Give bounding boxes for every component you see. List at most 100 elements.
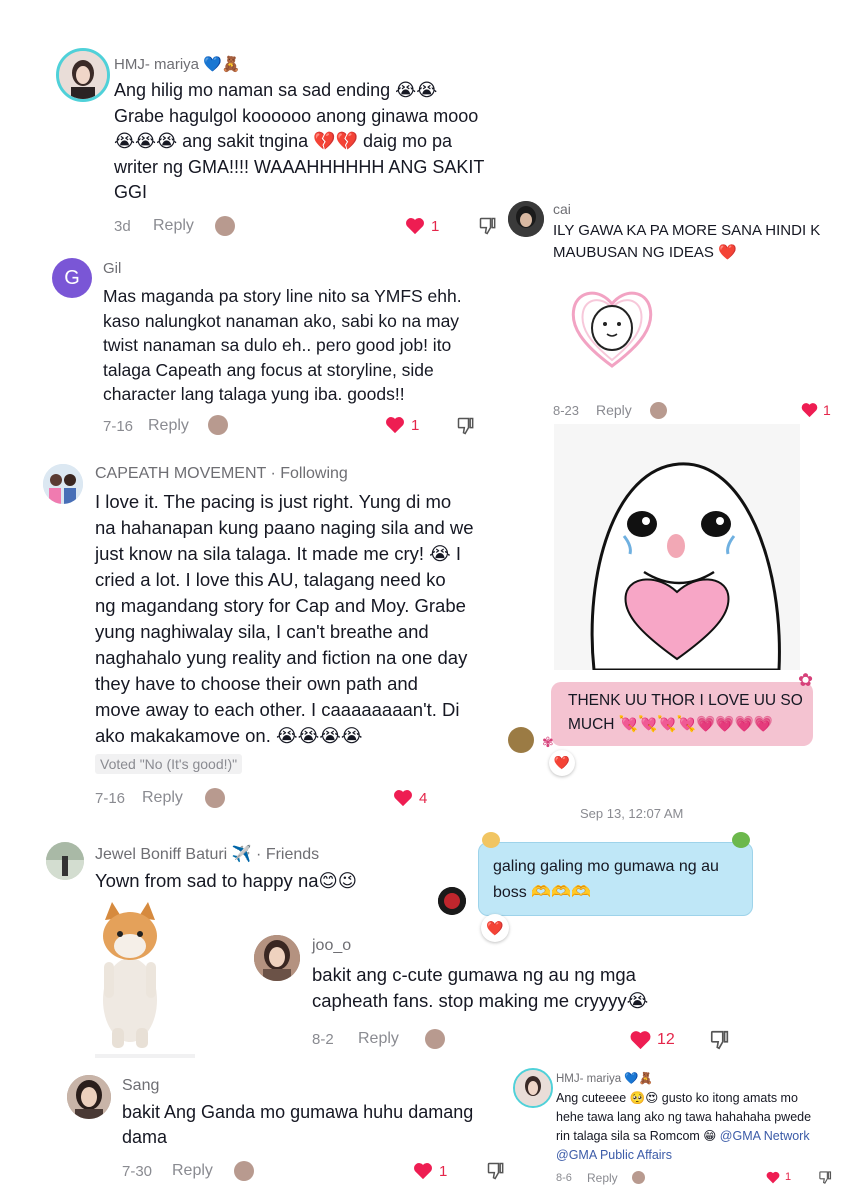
comment-text-part: rin talaga sila sa Romcom 😁: [556, 1129, 720, 1143]
sender-avatar[interactable]: [508, 727, 534, 753]
reply-button[interactable]: Reply: [142, 789, 183, 807]
like-count: 4: [419, 790, 428, 807]
avatar[interactable]: [43, 464, 83, 504]
message-line: THENK UU THOR I LOVE UU SO: [568, 692, 803, 709]
username-text[interactable]: CAPEATH MOVEMENT: [95, 465, 266, 482]
comment-username[interactable]: cai: [553, 201, 571, 217]
comment-line: Ang hilig mo naman sa sad ending 😭😭: [114, 80, 438, 100]
comment-date: 7-16: [95, 790, 126, 807]
comment-text: I love it. The pacing is just right. Yun…: [95, 489, 474, 749]
comment-line: MAUBUSAN NG IDEAS ❤️: [553, 244, 737, 261]
comment-username[interactable]: HMJ- mariya 💙🧸: [114, 55, 241, 73]
reply-button[interactable]: Reply: [148, 417, 189, 435]
comment-line: talaga Capeath ang focus at storyline, s…: [103, 359, 434, 380]
creator-liked-avatar: [215, 216, 235, 236]
reply-button[interactable]: Reply: [596, 402, 632, 418]
comment-username[interactable]: joo_o: [312, 937, 351, 955]
comment-username[interactable]: Gil: [103, 260, 121, 277]
poll-vote-badge: Voted "No (It's good!)": [95, 754, 243, 774]
comment-line: na hahanapan kung paano naging sila and …: [95, 517, 474, 538]
heart-icon[interactable]: [413, 1162, 433, 1180]
heart-icon[interactable]: [629, 1030, 652, 1050]
dislike-icon[interactable]: [818, 1170, 833, 1185]
like-count: 1: [431, 218, 440, 235]
comment-line: capheath fans. stop making me cryyyy😭: [312, 990, 649, 1011]
reply-button[interactable]: Reply: [153, 217, 194, 235]
creator-liked-avatar: [205, 788, 225, 808]
comment-text: bakit ang c-cute gumawa ng au ng mga cap…: [312, 962, 648, 1014]
comment-line: hehe tawa lang ako ng tawa hahahaha pwed…: [556, 1110, 812, 1124]
comment-line: writer ng GMA!!!! WAAAHHHHHH ANG SAKIT: [114, 156, 485, 177]
dislike-icon[interactable]: [486, 1161, 506, 1181]
flower-decoration-icon: ✿: [798, 670, 814, 690]
comment-username[interactable]: CAPEATH MOVEMENT · Following: [95, 465, 348, 483]
comment-date: 8-23: [553, 403, 580, 418]
comment-line: bakit Ang Ganda mo gumawa huhu damang: [122, 1102, 474, 1122]
like-count: 1: [823, 402, 831, 418]
message-text: THENK UU THOR I LOVE UU SO MUCH 💘💘💘💘💗💗💗💗: [568, 689, 803, 737]
comment-line: rin talaga sila sa Romcom 😁 @GMA Network: [556, 1127, 811, 1146]
reply-button[interactable]: Reply: [587, 1171, 618, 1185]
mention-link[interactable]: @GMA Public Affairs: [556, 1146, 811, 1165]
username-text[interactable]: Jewel Boniff Baturi ✈️: [95, 846, 252, 863]
reaction-heart[interactable]: ❤️: [481, 914, 509, 942]
creator-liked-avatar: [425, 1029, 445, 1049]
frog-decoration-icon: [732, 832, 750, 848]
comment-text: Yown from sad to happy na😊😉: [95, 870, 358, 891]
friends-label: · Friends: [256, 846, 320, 863]
message-text: galing galing mo gumawa ng au boss 🫶🫶🫶: [493, 854, 719, 906]
comment-username[interactable]: HMJ- mariya 💙🧸: [556, 1071, 653, 1085]
comment-line: ako makakamove on. 😭😭😭😭: [95, 725, 363, 746]
heart-icon[interactable]: [405, 217, 425, 235]
like-count: 1: [785, 1171, 792, 1183]
avatar[interactable]: [67, 1075, 111, 1119]
comment-line: bakit ang c-cute gumawa ng au ng mga: [312, 964, 636, 985]
comment-line: dama: [122, 1127, 168, 1147]
creator-liked-avatar: [650, 402, 667, 419]
heart-icon[interactable]: [766, 1171, 780, 1184]
reply-button[interactable]: Reply: [358, 1030, 399, 1048]
ghost-sticker-image: [554, 424, 800, 672]
like-count: 1: [411, 417, 420, 434]
comment-line: I love it. The pacing is just right. Yun…: [95, 491, 452, 512]
sender-avatar[interactable]: [438, 887, 466, 915]
comment-line: move away to each other. I caaaaaaaan't.…: [95, 699, 460, 720]
heart-icon[interactable]: [385, 416, 405, 434]
heart-icon[interactable]: [393, 789, 413, 807]
comment-line: ILY GAWA KA PA MORE SANA HINDI K: [553, 222, 821, 239]
comment-line: they have to choose their own path and: [95, 673, 418, 694]
reaction-heart[interactable]: ❤️: [549, 750, 575, 776]
dislike-icon[interactable]: [709, 1029, 731, 1051]
reply-button[interactable]: Reply: [172, 1162, 213, 1180]
comment-line: just know na sila talaga. It made me cry…: [95, 543, 462, 564]
dislike-icon[interactable]: [478, 216, 498, 236]
message-line: galing galing mo gumawa ng au: [493, 858, 719, 875]
creator-liked-avatar: [234, 1161, 254, 1181]
avatar[interactable]: [46, 842, 84, 880]
comment-text: ILY GAWA KA PA MORE SANA HINDI K MAUBUSA…: [553, 220, 820, 264]
comment-date: 8-6: [556, 1172, 572, 1184]
avatar[interactable]: [508, 201, 544, 237]
comment-line: GGI: [114, 182, 148, 202]
comment-line: twist nanaman sa dulo eh.. pero good job…: [103, 335, 452, 355]
comment-line: Ang cuteeee 🥺😍 gusto ko itong amats mo: [556, 1091, 798, 1105]
avatar[interactable]: [254, 935, 300, 981]
comment-date: 3d: [114, 218, 131, 235]
avatar[interactable]: [56, 48, 110, 102]
bear-decoration-icon: [482, 832, 500, 848]
avatar[interactable]: [513, 1068, 553, 1108]
comment-username[interactable]: Sang: [122, 1077, 159, 1095]
avatar[interactable]: G: [52, 258, 92, 298]
message-line: MUCH 💘💘💘💘💗💗💗💗: [568, 716, 774, 733]
comment-username[interactable]: Jewel Boniff Baturi ✈️ · Friends: [95, 844, 319, 864]
cat-sticker-image: [103, 902, 157, 1048]
mention-link[interactable]: @GMA Network: [720, 1129, 810, 1143]
dislike-icon[interactable]: [456, 416, 476, 436]
comment-line: Mas maganda pa story line nito sa YMFS e…: [103, 286, 462, 306]
comment-line: ng magandang story for Cap and Moy. Grab…: [95, 595, 466, 616]
comment-line: 😭😭😭 ang sakit tngina 💔💔 daig mo pa: [114, 131, 453, 151]
comment-line: Grabe hagulgol koooooo anong ginawa mooo: [114, 105, 479, 126]
following-label: · Following: [270, 465, 348, 482]
heart-icon[interactable]: [801, 402, 818, 418]
bow-decoration-icon: ✾: [542, 734, 554, 750]
